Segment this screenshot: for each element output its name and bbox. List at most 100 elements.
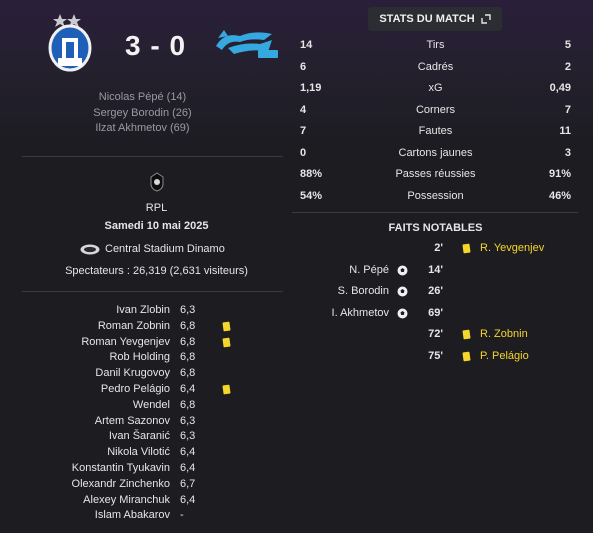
stat-away-value: 91% — [548, 168, 571, 180]
player-rating: 6,8 — [180, 319, 196, 332]
player-rating: 6,3 — [180, 304, 196, 316]
stadium[interactable]: Central Stadium Dinamo — [80, 243, 225, 255]
event-row[interactable]: 2' R. Yevgenjev — [300, 242, 571, 264]
player-rating: 6,4 — [180, 461, 196, 474]
score: 3 - 0 — [125, 30, 186, 62]
event-row[interactable]: 75' P. Pelágio — [300, 350, 571, 372]
match-stats-button[interactable]: STATS DU MATCH — [368, 7, 502, 31]
stat-row: Corners 4 7 — [300, 104, 571, 126]
stat-label: Tirs — [426, 39, 445, 51]
player-rating: 6,8 — [180, 367, 196, 380]
stat-away-value: 7 — [564, 103, 571, 116]
event-away-player: R. Zobnin — [480, 328, 528, 341]
notable-events-list: 2' R. Yevgenjev N. Pépé 14' S. Borodin 26' I. … — [300, 242, 571, 372]
home-club-crest[interactable] — [40, 12, 100, 84]
event-row[interactable]: N. Pépé 14' — [300, 264, 571, 286]
stat-away-value: 46% — [548, 189, 571, 202]
player-rating-row[interactable]: Nikola Vilotić 6,4 — [0, 446, 285, 462]
player-name: Ivan Šaranić — [108, 430, 170, 443]
player-rating-row[interactable]: Roman Yevgenjev 6,8 — [0, 336, 285, 352]
stat-row: Possession 54% 46% — [300, 190, 571, 212]
stat-home-value: 0 — [300, 146, 307, 159]
stat-home-value: 7 — [300, 125, 307, 137]
player-rating-row[interactable]: Roman Zobnin 6,8 — [0, 320, 285, 336]
player-rating-row[interactable]: Ivan Šaranić 6,3 — [0, 430, 285, 446]
event-minute: 14' — [428, 263, 443, 276]
match-stats-label: STATS DU MATCH — [379, 13, 475, 25]
player-rating-row[interactable]: Rob Holding 6,8 — [0, 351, 285, 367]
stat-row: Fautes 7 11 — [300, 125, 571, 147]
player-rating-row[interactable]: Artem Sazonov 6,3 — [0, 415, 285, 431]
divider — [22, 156, 283, 157]
divider — [22, 291, 283, 292]
score-separator: - — [150, 30, 161, 61]
away-club-logo[interactable] — [214, 26, 282, 62]
stat-label: Possession — [407, 189, 464, 202]
player-rating-row[interactable]: Ivan Zlobin 6,3 — [0, 304, 285, 320]
stat-label: xG — [428, 82, 443, 94]
yellow-card-icon — [462, 351, 471, 362]
player-ratings-list: Ivan Zlobin 6,3 Roman Zobnin 6,8 Roman Yevge… — [0, 304, 285, 525]
stat-label: Fautes — [418, 125, 453, 137]
yellow-card-icon — [222, 321, 231, 332]
player-name: Ivan Zlobin — [116, 304, 170, 316]
stat-away-value: 2 — [564, 60, 571, 73]
player-name: Alexey Miranchuk — [83, 493, 170, 506]
event-minute: 72' — [428, 328, 443, 341]
stat-away-value: 0,49 — [549, 82, 571, 94]
competition-name: RPL — [145, 202, 168, 214]
player-name: Pedro Pelágio — [100, 382, 170, 395]
player-name: Islam Abakarov — [94, 509, 170, 522]
player-rating: 6,3 — [180, 430, 196, 443]
event-minute: 2' — [434, 242, 443, 254]
yellow-card-icon — [462, 329, 471, 340]
player-name: Danil Krugovoy — [95, 367, 170, 380]
stat-row: Cartons jaunes 0 3 — [300, 147, 571, 169]
player-rating: 6,4 — [180, 493, 196, 506]
player-rating-row[interactable]: Islam Abakarov - — [0, 509, 285, 525]
competition-icon[interactable] — [147, 172, 167, 192]
stat-label: Cadrés — [417, 60, 454, 73]
player-rating: 6,8 — [180, 398, 196, 411]
goal-ball-icon — [397, 286, 408, 297]
away-score: 0 — [169, 30, 187, 61]
stadium-icon — [80, 244, 100, 254]
player-rating-row[interactable]: Wendel 6,8 — [0, 399, 285, 415]
stat-home-value: 88% — [300, 168, 323, 180]
event-home-player: N. Pépé — [349, 263, 389, 276]
event-row[interactable]: 72' R. Zobnin — [300, 328, 571, 350]
yellow-card-icon — [222, 384, 231, 395]
stat-label: Corners — [415, 103, 456, 116]
event-home-player: I. Akhmetov — [331, 306, 389, 319]
stat-home-value: 6 — [300, 60, 307, 73]
player-name: Wendel — [132, 398, 170, 411]
event-row[interactable]: I. Akhmetov 69' — [300, 307, 571, 329]
event-minute: 75' — [428, 349, 443, 362]
player-rating: 6,8 — [180, 351, 196, 364]
player-rating-row[interactable]: Danil Krugovoy 6,8 — [0, 367, 285, 383]
player-name: Nikola Vilotić — [107, 446, 170, 459]
stat-label: Cartons jaunes — [398, 146, 473, 159]
stat-label: Passes réussies — [395, 168, 476, 180]
player-rating-row[interactable]: Pedro Pelágio 6,4 — [0, 383, 285, 399]
player-rating-row[interactable]: Alexey Miranchuk 6,4 — [0, 494, 285, 510]
event-row[interactable]: S. Borodin 26' — [300, 285, 571, 307]
player-rating-row[interactable]: Olexandr Zinchenko 6,7 — [0, 478, 285, 494]
player-rating: 6,4 — [180, 382, 196, 395]
yellow-card-icon — [462, 243, 471, 254]
match-date: Samedi 10 mai 2025 — [104, 220, 209, 232]
scorer-line: Ilzat Akhmetov (69) — [95, 122, 190, 134]
stat-home-value: 54% — [300, 189, 323, 202]
stat-row: xG 1,19 0,49 — [300, 82, 571, 104]
player-name: Rob Holding — [109, 351, 170, 364]
stat-away-value: 5 — [564, 39, 571, 51]
notable-events-title: FAITS NOTABLES — [388, 222, 483, 234]
expand-icon — [480, 14, 491, 24]
divider — [292, 212, 578, 213]
scorer-line: Sergey Borodin (26) — [93, 106, 192, 119]
player-rating-row[interactable]: Konstantin Tyukavin 6,4 — [0, 462, 285, 478]
player-name: Artem Sazonov — [94, 414, 170, 427]
stat-away-value: 3 — [564, 146, 571, 159]
stat-row: Passes réussies 88% 91% — [300, 168, 571, 190]
scorer-line: Nicolas Pépé (14) — [98, 91, 187, 103]
